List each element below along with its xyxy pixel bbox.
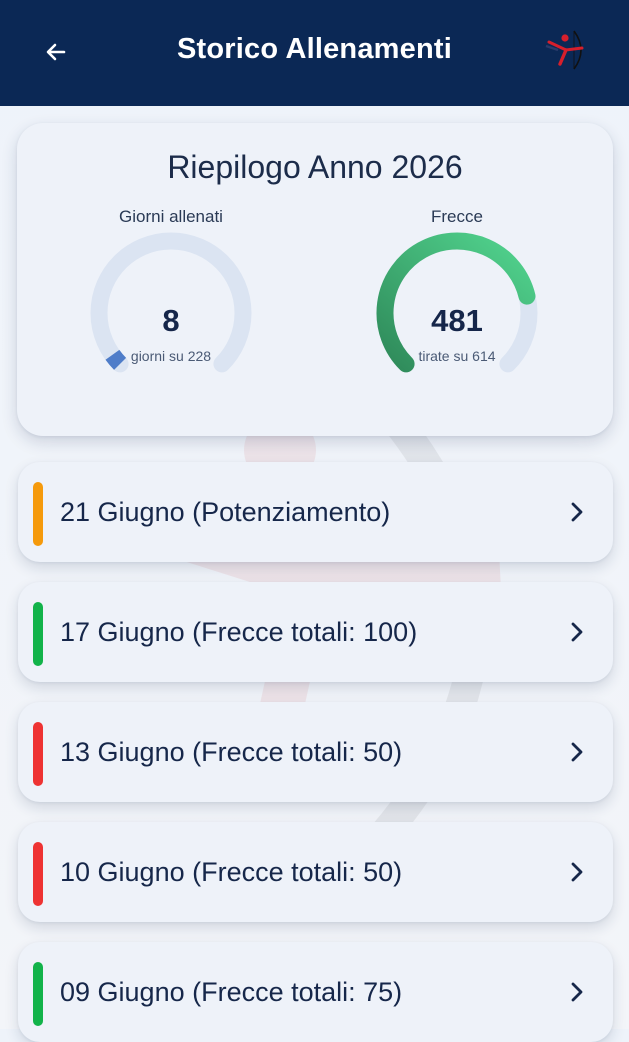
app-bar: Storico Allenamenti — [0, 0, 629, 106]
arrows-gauge-subtitle: tirate su 614 — [418, 348, 496, 364]
summary-title: Riepilogo Anno 2026 — [167, 149, 463, 185]
archer-logo-icon — [545, 30, 584, 70]
arrows-gauge-value: 481 — [431, 303, 483, 338]
session-label: 21 Giugno (Potenziamento) — [60, 497, 391, 527]
days-gauge: Giorni allenati 8 giorni su 228 — [61, 203, 281, 383]
days-gauge-value: 8 — [162, 303, 180, 338]
arrows-gauge-label: Frecce — [431, 207, 483, 226]
arrows-gauge: Frecce 481 tirate su 614 — [347, 203, 567, 383]
session-label: 17 Giugno (Frecce totali: 100) — [60, 617, 418, 647]
session-item[interactable]: 17 Giugno (Frecce totali: 100) — [18, 582, 613, 682]
chevron-right-icon — [571, 982, 583, 1002]
session-status-bar — [33, 842, 43, 906]
session-status-bar — [33, 722, 43, 786]
session-label: 09 Giugno (Frecce totali: 75) — [60, 977, 403, 1007]
page-title: Storico Allenamenti — [176, 33, 453, 65]
summary-card: Riepilogo Anno 2026 Giorni allenati 8 gi… — [17, 123, 613, 436]
session-item[interactable]: 10 Giugno (Frecce totali: 50) — [18, 822, 613, 922]
chevron-right-icon — [571, 502, 583, 522]
session-item[interactable]: 21 Giugno (Potenziamento) — [18, 462, 613, 562]
session-item[interactable]: 13 Giugno (Frecce totali: 50) — [18, 702, 613, 802]
chevron-right-icon — [571, 622, 583, 642]
session-label: 10 Giugno (Frecce totali: 50) — [60, 857, 403, 887]
chevron-right-icon — [571, 862, 583, 882]
session-status-bar — [33, 602, 43, 666]
days-gauge-label: Giorni allenati — [119, 207, 223, 226]
session-status-bar — [33, 482, 43, 546]
session-item[interactable]: 09 Giugno (Frecce totali: 75) — [18, 942, 613, 1042]
session-label: 13 Giugno (Frecce totali: 50) — [60, 737, 403, 767]
session-status-bar — [33, 962, 43, 1026]
chevron-right-icon — [571, 742, 583, 762]
days-gauge-subtitle: giorni su 228 — [130, 348, 212, 364]
